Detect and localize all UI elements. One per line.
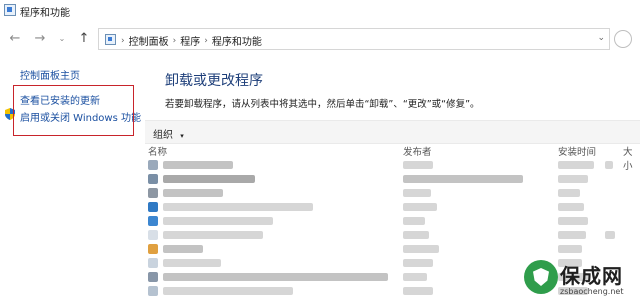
column-header-name[interactable]: 名称 [148, 144, 167, 158]
program-icon [148, 286, 158, 296]
refresh-icon[interactable] [614, 30, 632, 48]
toolbar: 组织 ▾ [145, 120, 640, 144]
breadcrumb-control-panel[interactable]: 控制面板 [129, 33, 169, 48]
programs-app-icon [4, 4, 16, 16]
up-arrow-icon[interactable]: ↑ [75, 30, 93, 48]
program-icon [148, 244, 158, 254]
watermark-brand: 保成网 [560, 264, 623, 288]
recent-locations-chevron-icon[interactable]: ⌄ [53, 30, 71, 48]
brand-shield-logo-icon [524, 260, 558, 294]
page-title: 卸载或更改程序 [165, 73, 263, 89]
table-row[interactable] [145, 186, 640, 200]
site-watermark: 保成网 zsbaocheng.net [522, 256, 640, 302]
sidebar-item-control-panel-home[interactable]: 控制面板主页 [20, 67, 80, 82]
title-bar: 程序和功能 [0, 0, 640, 22]
table-row[interactable] [145, 228, 640, 242]
table-row[interactable] [145, 214, 640, 228]
program-icon [148, 174, 158, 184]
breadcrumb-separator-icon: › [121, 35, 125, 46]
table-row[interactable] [145, 172, 640, 186]
column-header-install-date[interactable]: 安装时间 [558, 144, 596, 158]
watermark-url: zsbaocheng.net [560, 287, 624, 296]
organize-menu-button[interactable]: 组织 ▾ [153, 126, 184, 141]
table-row[interactable] [145, 158, 640, 172]
table-row[interactable] [145, 200, 640, 214]
program-icon [148, 230, 158, 240]
breadcrumb-separator-icon: › [204, 35, 208, 46]
program-icon [148, 188, 158, 198]
forward-arrow-icon[interactable]: → [31, 30, 49, 48]
breadcrumb-programs-and-features[interactable]: 程序和功能 [212, 33, 262, 48]
breadcrumb: › 控制面板 › 程序 › 程序和功能 [121, 33, 262, 49]
highlight-annotation-box [13, 85, 134, 136]
program-icon [148, 160, 158, 170]
address-dropdown-chevron-icon[interactable]: ⌄ [597, 33, 605, 43]
control-panel-icon [105, 34, 116, 45]
table-row[interactable] [145, 242, 640, 256]
column-header-publisher[interactable]: 发布者 [403, 144, 432, 158]
program-icon [148, 258, 158, 268]
sort-ascending-icon: ⌃ [267, 144, 274, 148]
organize-label: 组织 [153, 130, 173, 141]
breadcrumb-programs[interactable]: 程序 [180, 33, 200, 48]
page-description: 若要卸载程序，请从列表中将其选中，然后单击“卸载”、“更改”或“修复”。 [165, 99, 480, 110]
navigation-bar: ← → ⌄ ↑ › 控制面板 › 程序 › 程序和功能 ⌄ [0, 24, 640, 54]
window-title: 程序和功能 [20, 8, 70, 19]
program-icon [148, 216, 158, 226]
address-bar[interactable]: › 控制面板 › 程序 › 程序和功能 ⌄ [98, 28, 610, 50]
breadcrumb-separator-icon: › [172, 35, 177, 46]
dropdown-triangle-icon: ▾ [180, 132, 184, 140]
back-arrow-icon[interactable]: ← [6, 30, 24, 48]
program-icon [148, 202, 158, 212]
program-icon [148, 272, 158, 282]
